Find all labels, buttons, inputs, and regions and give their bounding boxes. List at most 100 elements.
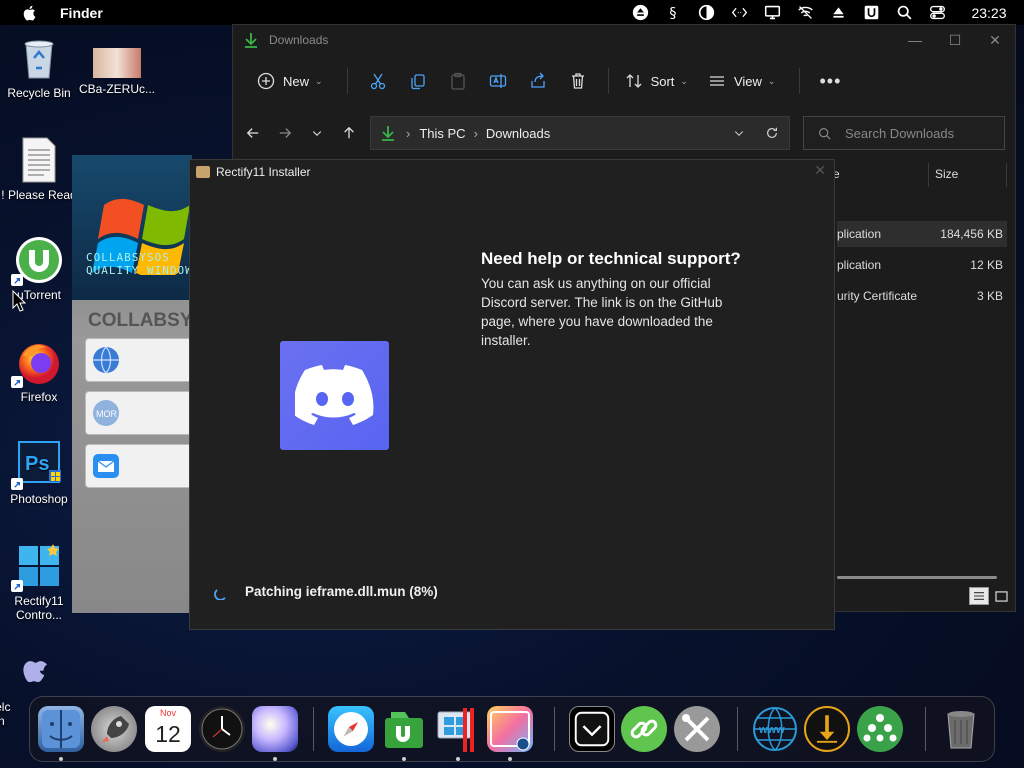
utorrent-dock-icon[interactable] [381, 706, 427, 752]
installer-title-bar[interactable]: Rectify11 Installer [190, 160, 834, 184]
sort-button[interactable]: Sort ⌄ [619, 65, 694, 97]
tools-dock-icon[interactable] [674, 706, 720, 752]
safari-dock-icon[interactable] [328, 706, 374, 752]
collab-item-internet[interactable] [85, 338, 195, 382]
new-button[interactable]: New ⌄ [251, 65, 329, 97]
breadcrumb-downloads[interactable]: Downloads [486, 126, 550, 141]
minimize-button[interactable]: — [895, 25, 935, 55]
view-list-icon [709, 76, 724, 86]
cut-button[interactable] [358, 65, 398, 97]
code-icon[interactable] [723, 0, 756, 25]
search-box[interactable]: Search Downloads [803, 116, 1005, 150]
collab-item-more[interactable]: MOR [85, 391, 195, 435]
refresh-icon[interactable] [765, 126, 779, 140]
file-row[interactable]: plication 184,456 KB [837, 221, 1007, 247]
horizontal-scrollbar[interactable] [837, 576, 997, 579]
launchpad-dock-icon[interactable] [91, 706, 137, 752]
trash-icon [571, 73, 584, 89]
clock-dock-icon[interactable] [199, 706, 245, 752]
more-options-button[interactable]: ••• [810, 65, 850, 97]
menubar-clock[interactable]: 23:23 [954, 5, 1024, 21]
details-view-button[interactable] [969, 587, 989, 605]
dollar-icon[interactable]: § [657, 0, 690, 25]
shortcut-arrow-icon [11, 376, 23, 388]
u-icon[interactable] [855, 0, 888, 25]
help-body-text: You can ask us anything on our official … [481, 276, 723, 348]
breadcrumb-this-pc[interactable]: This PC [419, 126, 465, 141]
desktop-icon-cba-zeruc[interactable]: CBa-ZERUc... [78, 48, 156, 96]
delete-button[interactable] [558, 65, 598, 97]
search-placeholder: Search Downloads [845, 125, 955, 141]
svg-text:§: § [669, 6, 676, 21]
share-button[interactable] [518, 65, 558, 97]
wifi-off-icon[interactable] [789, 0, 822, 25]
desktop-icon-photoshop[interactable]: Ps Photoshop [0, 440, 78, 506]
firefox-icon [11, 338, 63, 388]
copy-button[interactable] [398, 65, 438, 97]
plus-circle-icon [257, 72, 275, 90]
calendar-dock-icon[interactable]: Nov 12 [145, 706, 191, 752]
toolbar-divider [607, 68, 609, 94]
close-button[interactable]: ✕ [975, 25, 1015, 55]
forward-button[interactable] [269, 117, 301, 149]
column-header-size[interactable]: Size [935, 167, 958, 181]
rename-button[interactable] [478, 65, 518, 97]
shortcut-arrow-icon [11, 478, 23, 490]
www-globe-dock-icon[interactable]: www [752, 706, 798, 752]
desktop-icon-please-read[interactable]: ! Please Read [0, 136, 78, 202]
maximize-button[interactable]: ☐ [935, 25, 975, 55]
recycle-bin-icon [15, 34, 63, 82]
shortcut-arrow-icon [11, 274, 23, 286]
active-app-name[interactable]: Finder [60, 5, 103, 21]
downloads-stack-dock-icon[interactable] [569, 706, 615, 752]
file-size: 184,456 KB [940, 227, 1003, 241]
view-button[interactable]: View ⌄ [702, 65, 782, 97]
chevron-down-icon[interactable] [733, 127, 745, 139]
desktop-icon-label: ! Please Read [1, 188, 77, 202]
chevron-down-icon: ⌄ [767, 75, 776, 86]
details-view-icon [974, 592, 984, 600]
control-center-icon[interactable] [921, 0, 954, 25]
installer-app-icon [196, 166, 210, 178]
desktop-icon-recycle-bin[interactable]: Recycle Bin [0, 34, 78, 100]
eject-icon[interactable] [624, 0, 657, 25]
running-indicator [402, 757, 406, 761]
recent-locations-button[interactable] [301, 117, 333, 149]
photoshop-icon: Ps [11, 440, 63, 490]
apple-icon[interactable] [22, 5, 38, 21]
windows-app-dock-icon[interactable] [435, 706, 481, 752]
network-people-dock-icon[interactable] [857, 706, 903, 752]
paste-button[interactable] [438, 65, 478, 97]
address-bar[interactable]: › This PC › Downloads [370, 116, 790, 150]
mouse-cursor-icon [12, 290, 26, 312]
search-icon[interactable] [888, 0, 921, 25]
file-row[interactable]: plication 12 KB [837, 252, 1007, 278]
upload-icon[interactable] [822, 0, 855, 25]
arrow-left-icon [246, 128, 259, 138]
dock-separator [737, 707, 738, 751]
installer-close-button[interactable]: ✕ [814, 162, 826, 179]
up-button[interactable] [333, 117, 365, 149]
file-row[interactable]: urity Certificate 3 KB [837, 283, 1007, 309]
pie-icon[interactable] [690, 0, 723, 25]
dock-separator [925, 707, 926, 751]
back-button[interactable] [237, 117, 269, 149]
link-dock-icon[interactable] [621, 706, 667, 752]
collabsysos-brand: COLLABSY [88, 310, 193, 331]
siri-dock-icon[interactable] [252, 706, 298, 752]
text-document-icon [15, 136, 63, 184]
rectify11-installer-dialog[interactable]: Rectify11 Installer ✕ Need help or techn… [189, 159, 835, 630]
trash-dock-icon[interactable] [938, 706, 984, 752]
display-icon[interactable] [756, 0, 789, 25]
photos-dock-icon[interactable] [487, 706, 533, 752]
file-size: 12 KB [970, 258, 1003, 272]
file-type: urity Certificate [837, 289, 918, 303]
collab-item-mail[interactable] [85, 444, 195, 488]
desktop-icon-label: Welc Win [0, 700, 11, 728]
download-manager-dock-icon[interactable] [804, 706, 850, 752]
desktop-icon-rectify11-control[interactable]: Rectify11 Contro... [0, 542, 78, 622]
tiles-view-button[interactable] [991, 587, 1011, 605]
finder-dock-icon[interactable] [38, 706, 84, 752]
download-icon [245, 33, 257, 48]
desktop-icon-firefox[interactable]: Firefox [0, 338, 78, 404]
